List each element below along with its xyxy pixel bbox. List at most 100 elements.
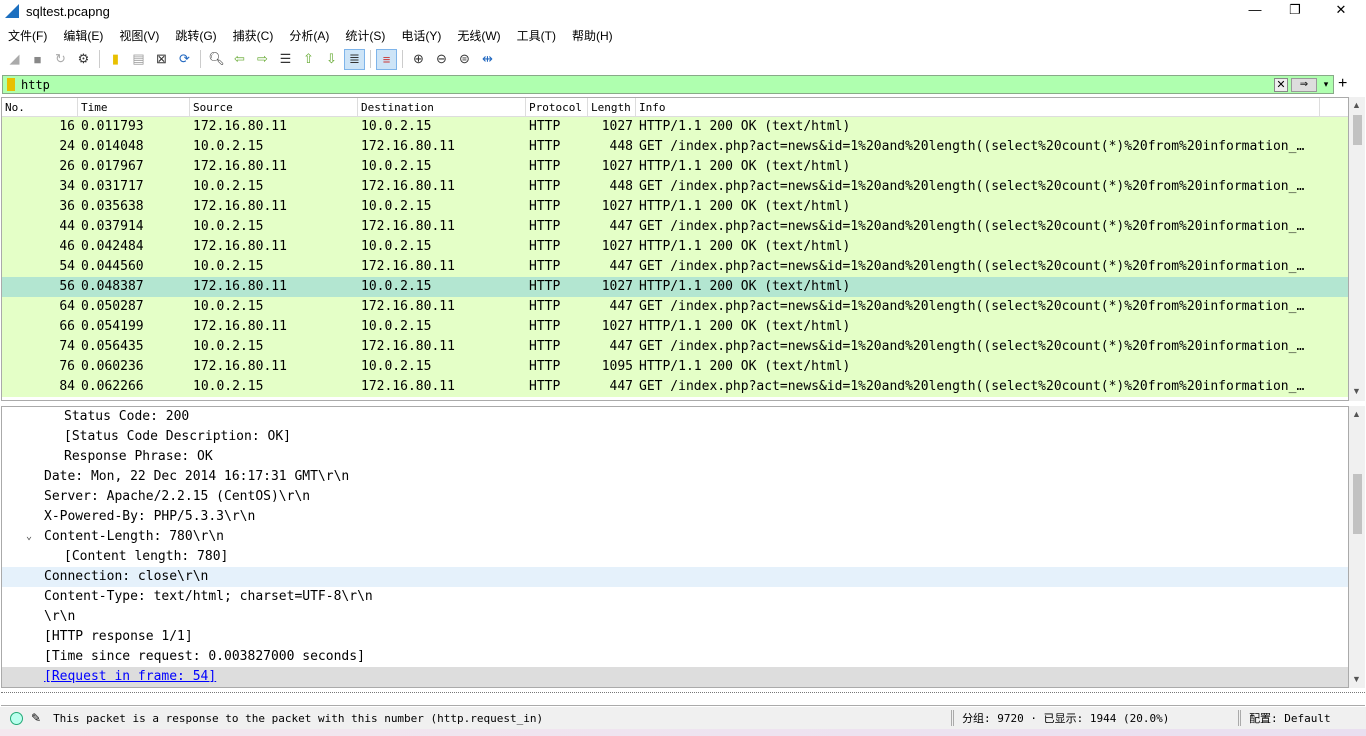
bookmark-icon[interactable]	[7, 78, 15, 91]
column-header[interactable]: Time	[78, 98, 190, 116]
go-to-packet-icon[interactable]: ☰	[275, 49, 296, 70]
detail-tree-item[interactable]: Server: Apache/2.2.15 (CentOS)\r\n	[2, 487, 1348, 507]
packet-row[interactable]: 84 0.062266 10.0.2.15 172.16.80.11 HTTP 447 GE…	[2, 377, 1348, 397]
menu-item[interactable]: 编辑(E)	[55, 27, 111, 44]
comment-edit-icon[interactable]: ✎	[31, 711, 41, 725]
packet-cell: 34	[59, 179, 75, 194]
menu-item[interactable]: 分析(A)	[281, 27, 337, 44]
expand-arrow-icon[interactable]: ⌄	[26, 527, 32, 547]
zoom-out-icon[interactable]: ⊖	[431, 49, 452, 70]
menu-item[interactable]: 工具(T)	[509, 27, 564, 44]
packet-row[interactable]: 46 0.042484 172.16.80.11 10.0.2.15 HTTP 1027 H…	[2, 237, 1348, 257]
packet-cell: 172.16.80.11	[193, 119, 287, 134]
scroll-up-icon[interactable]: ▲	[1352, 100, 1361, 110]
column-header[interactable]: Destination	[358, 98, 526, 116]
restart-capture-icon[interactable]: ↻	[50, 49, 71, 70]
expert-info-icon[interactable]	[10, 711, 23, 725]
apply-filter-button[interactable]: ⇒	[1291, 77, 1317, 92]
colorize-icon[interactable]: ≡	[376, 48, 397, 70]
detail-tree-item[interactable]: Connection: close\r\n	[2, 567, 1348, 587]
detail-tree-item[interactable]: \r\n	[2, 607, 1348, 627]
reload-file-icon[interactable]: ⟳	[174, 49, 195, 70]
packet-list-scrollbar[interactable]: ▲ ▼	[1349, 97, 1365, 401]
minimize-button[interactable]: —	[1240, 2, 1270, 17]
detail-tree-item[interactable]: Status Code: 200	[2, 407, 1348, 427]
detail-tree-item[interactable]: [Time since request: 0.003827000 seconds…	[2, 647, 1348, 667]
menu-item[interactable]: 电话(Y)	[393, 27, 449, 44]
open-file-icon[interactable]: ▮	[105, 49, 126, 70]
scroll-thumb[interactable]	[1353, 115, 1362, 145]
column-header[interactable]: Length	[588, 98, 636, 116]
autoscroll-icon[interactable]: ≣	[344, 48, 365, 70]
close-file-icon[interactable]: ⊠	[151, 49, 172, 70]
column-header[interactable]: Protocol	[526, 98, 588, 116]
packet-row[interactable]: 16 0.011793 172.16.80.11 10.0.2.15 HTTP 1027 H…	[2, 117, 1348, 137]
packet-cell: HTTP	[529, 359, 561, 374]
column-header[interactable]: No.	[2, 98, 78, 116]
packet-row[interactable]: 66 0.054199 172.16.80.11 10.0.2.15 HTTP 1027 H…	[2, 317, 1348, 337]
filter-history-dropdown[interactable]: ▾	[1319, 79, 1333, 90]
packet-row[interactable]: 44 0.037914 10.0.2.15 172.16.80.11 HTTP 447 GE…	[2, 217, 1348, 237]
menu-item[interactable]: 帮助(H)	[564, 27, 621, 44]
packet-row[interactable]: 74 0.056435 10.0.2.15 172.16.80.11 HTTP 447 GE…	[2, 337, 1348, 357]
packet-cell: 10.0.2.15	[193, 179, 264, 194]
details-scrollbar[interactable]: ▲ ▼	[1349, 406, 1365, 688]
filter-input[interactable]: http	[21, 78, 1274, 92]
packet-row[interactable]: 36 0.035638 172.16.80.11 10.0.2.15 HTTP 1027 H…	[2, 197, 1348, 217]
menu-bar: 文件(F) 编辑(E) 视图(V) 跳转(G) 捕获(C) 分析(A) 统计(S) 电话(Y)…	[0, 24, 621, 46]
packet-cell: GET /index.php?act=news&id=1%20and%20len…	[639, 179, 1305, 194]
stop-capture-icon[interactable]: ■	[27, 49, 48, 70]
detail-text: X-Powered-By: PHP/5.3.3\r\n	[44, 509, 256, 524]
packet-row[interactable]: 76 0.060236 172.16.80.11 10.0.2.15 HTTP 1095 H…	[2, 357, 1348, 377]
go-back-icon[interactable]: ⇦	[229, 49, 250, 70]
detail-tree-item[interactable]: Response Phrase: OK	[2, 447, 1348, 467]
scroll-down-icon[interactable]: ▼	[1352, 386, 1361, 396]
column-header[interactable]: Info	[636, 98, 1320, 116]
packet-row[interactable]: 26 0.017967 172.16.80.11 10.0.2.15 HTTP 1027 H…	[2, 157, 1348, 177]
detail-tree-item[interactable]: X-Powered-By: PHP/5.3.3\r\n	[2, 507, 1348, 527]
menu-item[interactable]: 文件(F)	[0, 27, 55, 44]
column-header[interactable]: Source	[190, 98, 358, 116]
packet-cell: 172.16.80.11	[361, 219, 455, 234]
packet-row[interactable]: 56 0.048387 172.16.80.11 10.0.2.15 HTTP 1027 H…	[2, 277, 1348, 297]
detail-tree-item[interactable]: Date: Mon, 22 Dec 2014 16:17:31 GMT\r\n	[2, 467, 1348, 487]
detail-tree-item[interactable]: [HTTP response 1/1]	[2, 627, 1348, 647]
menu-item[interactable]: 无线(W)	[449, 27, 508, 44]
scroll-up-icon[interactable]: ▲	[1352, 409, 1361, 419]
packet-row[interactable]: 24 0.014048 10.0.2.15 172.16.80.11 HTTP 448 GE…	[2, 137, 1348, 157]
close-button[interactable]: ✕	[1326, 2, 1356, 18]
maximize-button[interactable]: ❐	[1280, 2, 1310, 18]
go-forward-icon[interactable]: ⇨	[252, 49, 273, 70]
detail-tree-item[interactable]: Content-Type: text/html; charset=UTF-8\r…	[2, 587, 1348, 607]
capture-options-icon[interactable]: ⚙	[73, 49, 94, 70]
zoom-normal-icon[interactable]: ⊜	[454, 49, 475, 70]
packet-cell: 10.0.2.15	[361, 279, 432, 294]
find-packet-icon[interactable]: 🔍︎	[206, 49, 227, 70]
scroll-down-icon[interactable]: ▼	[1352, 674, 1361, 684]
packet-row[interactable]: 64 0.050287 10.0.2.15 172.16.80.11 HTTP 447 GE…	[2, 297, 1348, 317]
menu-item[interactable]: 捕获(C)	[225, 27, 282, 44]
save-file-icon[interactable]: ▤	[128, 49, 149, 70]
packet-cell: HTTP/1.1 200 OK (text/html)	[639, 119, 851, 134]
request-frame-link[interactable]: [Request in frame: 54]	[44, 669, 216, 684]
packet-row[interactable]: 34 0.031717 10.0.2.15 172.16.80.11 HTTP 448 GE…	[2, 177, 1348, 197]
start-capture-icon[interactable]: ◢	[4, 49, 25, 70]
last-packet-icon[interactable]: ⇩	[321, 49, 342, 70]
first-packet-icon[interactable]: ⇧	[298, 49, 319, 70]
menu-item[interactable]: 统计(S)	[337, 27, 393, 44]
profile-label[interactable]: 配置: Default	[1249, 710, 1331, 726]
menu-item[interactable]: 跳转(G)	[167, 27, 224, 44]
add-filter-button[interactable]: +	[1338, 75, 1347, 93]
display-filter-bar[interactable]: http ✕ ⇒ ▾	[2, 75, 1334, 94]
packet-cell: 172.16.80.11	[193, 279, 287, 294]
detail-tree-item[interactable]: [Request in frame: 54]	[2, 667, 1348, 687]
resize-columns-icon[interactable]: ⇹	[477, 49, 498, 70]
menu-item[interactable]: 视图(V)	[111, 27, 167, 44]
detail-tree-item[interactable]: [Content length: 780]	[2, 547, 1348, 567]
scroll-thumb[interactable]	[1353, 474, 1362, 534]
packet-row[interactable]: 54 0.044560 10.0.2.15 172.16.80.11 HTTP 447 GE…	[2, 257, 1348, 277]
detail-tree-item[interactable]: [Status Code Description: OK]	[2, 427, 1348, 447]
clear-filter-button[interactable]: ✕	[1274, 77, 1288, 92]
detail-tree-item[interactable]: ⌄ Content-Length: 780\r\n	[2, 527, 1348, 547]
zoom-in-icon[interactable]: ⊕	[408, 49, 429, 70]
